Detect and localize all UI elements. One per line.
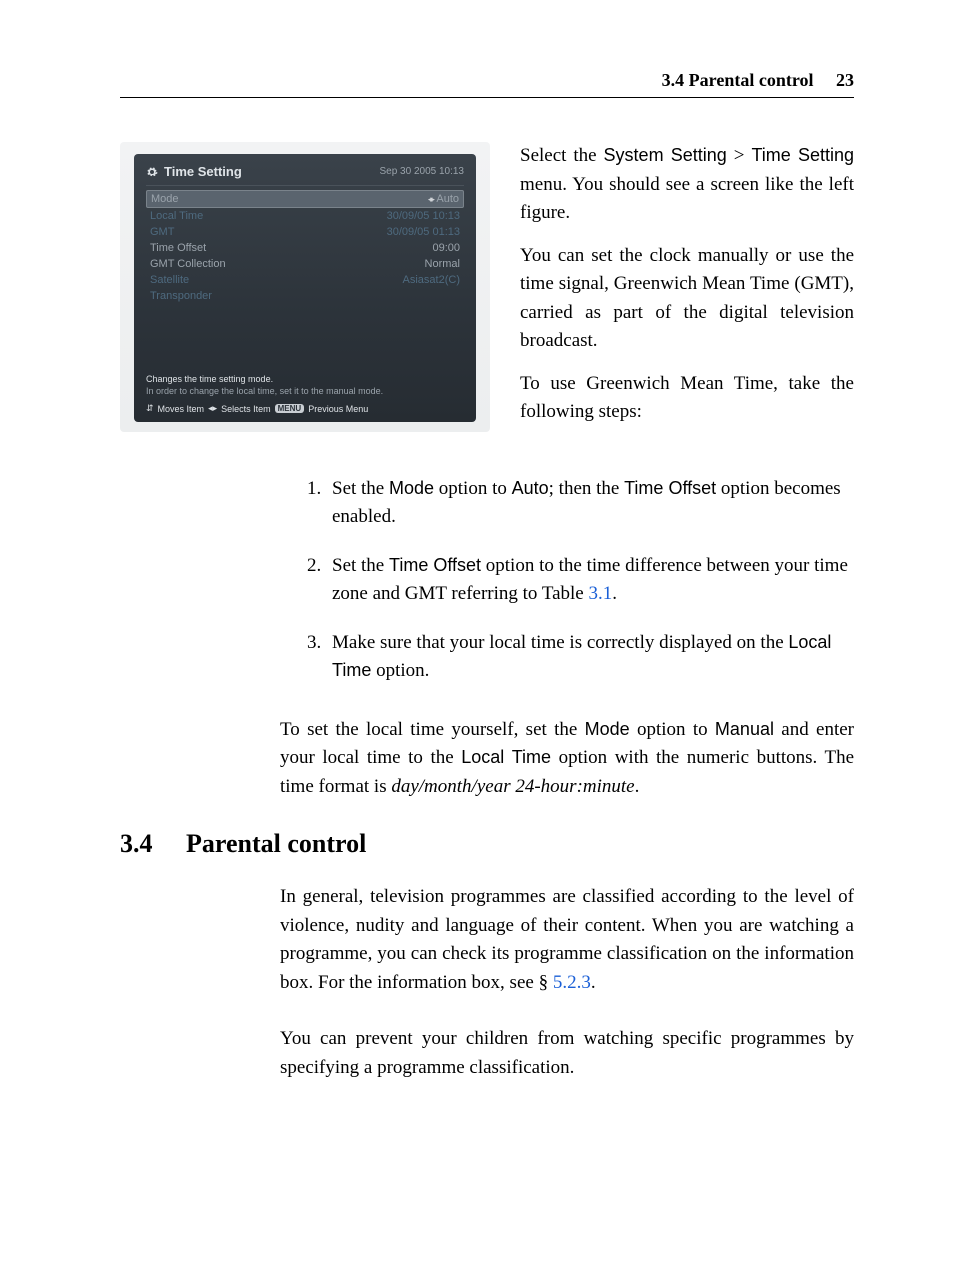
gear-icon (146, 166, 158, 178)
figure-title-row: Time Setting Sep 30 2005 10:13 (146, 164, 464, 179)
section-heading: 3.4 Parental control (120, 829, 854, 859)
side-text: Select the System Setting > Time Setting… (520, 142, 854, 441)
steps-list: Set the Mode option to Auto; then the Ti… (300, 475, 854, 686)
figure-title: Time Setting (164, 164, 242, 179)
top-block: Time Setting Sep 30 2005 10:13 Mode Auto… (120, 142, 854, 441)
figure-row-label: Mode (151, 193, 179, 205)
list-item: Set the Time Offset option to the time d… (326, 552, 854, 609)
figure-row-label: Satellite (150, 274, 189, 286)
header-page-number: 23 (836, 70, 854, 90)
figure-nav: ⇵ Moves Item ◂▸ Selects Item MENU Previo… (146, 403, 464, 414)
figure-row-label: GMT Collection (150, 258, 226, 270)
figure-hint-line: Changes the time setting mode. (146, 373, 464, 385)
menu-badge-icon: MENU (275, 404, 305, 413)
parental-paragraph: In general, television programmes are cl… (280, 883, 854, 997)
leftright-icon: ◂▸ (208, 403, 217, 414)
parental-paragraph: You can prevent your children from watch… (280, 1025, 854, 1082)
side-paragraph: To use Greenwich Mean Time, take the fol… (520, 370, 854, 427)
figure-row-value: 09:00 (432, 242, 460, 254)
page: 3.4 Parental control 23 Time Setting Sep… (0, 0, 954, 1272)
header-section-title: Parental control (689, 70, 814, 90)
list-item: Make sure that your local time is correc… (326, 629, 854, 686)
figure-datetime: Sep 30 2005 10:13 (379, 166, 464, 177)
figure-row: GMT Collection Normal (146, 256, 464, 272)
figure-hint-line: In order to change the local time, set i… (146, 385, 464, 397)
figure-row: Local Time 30/09/05 10:13 (146, 208, 464, 224)
figure-row-value: Normal (425, 258, 460, 270)
figure-row-label: Transponder (150, 290, 212, 302)
figure-row-value: Asiasat2(C) (403, 274, 460, 286)
figure-nav-text: Selects Item (221, 404, 271, 414)
figure-row: Time Offset 09:00 (146, 240, 464, 256)
manual-paragraph: To set the local time yourself, set the … (280, 716, 854, 802)
updown-icon: ⇵ (146, 403, 154, 414)
figure-row: GMT 30/09/05 01:13 (146, 224, 464, 240)
figure-row-value: Auto (428, 193, 459, 205)
figure-row-mode: Mode Auto (146, 190, 464, 208)
figure-row-label: Local Time (150, 210, 203, 222)
figure-row-value: 30/09/05 01:13 (387, 226, 460, 238)
section-ref-link[interactable]: 5.2.3 (553, 972, 591, 993)
figure-nav-text: Previous Menu (308, 404, 368, 414)
section-number: 3.4 (120, 829, 164, 859)
figure-row: Transponder (146, 288, 464, 304)
figure-row: Satellite Asiasat2(C) (146, 272, 464, 288)
table-ref-link[interactable]: 3.1 (589, 583, 613, 604)
running-header: 3.4 Parental control 23 (120, 70, 854, 98)
figure-row-label: Time Offset (150, 242, 206, 254)
figure-nav-text: Moves Item (158, 404, 205, 414)
list-item: Set the Mode option to Auto; then the Ti… (326, 475, 854, 532)
figure-list: Mode Auto Local Time 30/09/05 10:13 GMT … (146, 185, 464, 304)
figure-panel: Time Setting Sep 30 2005 10:13 Mode Auto… (134, 154, 476, 422)
figure-row-label: GMT (150, 226, 174, 238)
figure-row-value: 30/09/05 10:13 (387, 210, 460, 222)
time-setting-figure: Time Setting Sep 30 2005 10:13 Mode Auto… (120, 142, 490, 432)
figure-hint: Changes the time setting mode. In order … (146, 373, 464, 397)
header-section-number: 3.4 (662, 70, 685, 90)
side-paragraph: Select the System Setting > Time Setting… (520, 142, 854, 228)
side-paragraph: You can set the clock manually or use th… (520, 242, 854, 356)
section-title: Parental control (186, 829, 366, 859)
